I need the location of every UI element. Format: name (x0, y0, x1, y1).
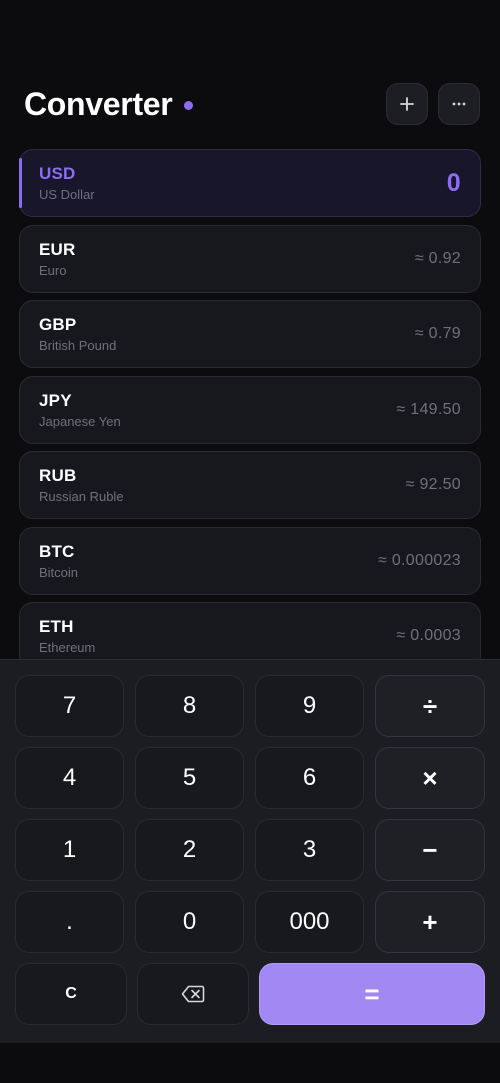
key-0[interactable]: 0 (135, 891, 244, 953)
backspace-icon (181, 985, 205, 1003)
ellipsis-icon (452, 102, 466, 106)
currency-name: Euro (39, 262, 67, 278)
status-dot (184, 100, 194, 110)
key-1[interactable]: 1 (15, 819, 124, 881)
key-8[interactable]: 8 (135, 675, 244, 737)
backspace-key[interactable] (137, 963, 249, 1025)
currency-row-btc[interactable]: BTC Bitcoin ≈ 0.000023 (19, 526, 481, 595)
currency-row-gbp[interactable]: GBP British Pound ≈ 0.79 (19, 300, 481, 368)
key-3[interactable]: 3 (255, 819, 364, 881)
currency-name: Russian Ruble (39, 489, 124, 504)
currency-name: US Dollar (39, 187, 95, 202)
decimal-key[interactable]: . (15, 891, 124, 953)
currency-amount: ≈ 0.0003 (396, 627, 461, 644)
currency-labels: RUB Russian Ruble (39, 466, 124, 504)
page-title: Converter (24, 85, 173, 122)
add-currency-button[interactable] (386, 83, 428, 125)
currency-amount: ≈ 149.50 (396, 400, 461, 418)
more-options-button[interactable] (438, 83, 480, 125)
key-6[interactable]: 6 (255, 747, 364, 809)
key-4[interactable]: 4 (15, 747, 124, 809)
currency-labels: GBP British Pound (39, 315, 116, 353)
currency-list: USD US Dollar 0 EUR Euro ≈ 0.92 GBP Brit… (19, 149, 481, 678)
currency-name: Japanese Yen (39, 413, 121, 429)
currency-amount: 0 (446, 168, 461, 197)
currency-row-usd[interactable]: USD US Dollar 0 (19, 149, 481, 217)
header: Converter (24, 83, 480, 125)
currency-labels: EUR Euro (39, 240, 76, 278)
currency-labels: ETH Ethereum (39, 617, 95, 655)
currency-code: BTC (39, 541, 75, 561)
key-2[interactable]: 2 (135, 819, 244, 881)
plus-key[interactable]: + (375, 891, 485, 953)
currency-labels: BTC Bitcoin (39, 542, 78, 580)
key-7[interactable]: 7 (15, 675, 124, 737)
currency-amount: ≈ 0.79 (414, 325, 461, 342)
currency-code: EUR (39, 239, 76, 259)
key-000[interactable]: 000 (255, 891, 364, 953)
bottom-safe-area (0, 1043, 500, 1083)
divide-key[interactable]: ÷ (375, 675, 485, 737)
currency-code: GBP (39, 315, 77, 334)
currency-amount: ≈ 0.000023 (378, 551, 461, 569)
currency-labels: JPY Japanese Yen (39, 391, 121, 429)
currency-row-rub[interactable]: RUB Russian Ruble ≈ 92.50 (19, 451, 481, 519)
header-actions (386, 83, 480, 125)
minus-key[interactable]: − (375, 819, 485, 881)
keypad: 7 8 9 ÷ 4 5 6 × 1 2 3 − . 0 000 + C = (0, 659, 500, 1043)
currency-row-jpy[interactable]: JPY Japanese Yen ≈ 149.50 (19, 375, 481, 444)
clear-key[interactable]: C (15, 963, 127, 1025)
currency-code: RUB (39, 466, 77, 485)
multiply-key[interactable]: × (375, 747, 485, 809)
currency-name: Bitcoin (39, 564, 79, 580)
key-9[interactable]: 9 (255, 675, 364, 737)
currency-code: JPY (39, 390, 72, 410)
currency-name: British Pound (39, 338, 117, 353)
currency-name: Ethereum (39, 640, 96, 655)
currency-amount: ≈ 0.92 (414, 249, 461, 267)
currency-amount: ≈ 92.50 (405, 476, 461, 493)
currency-row-eur[interactable]: EUR Euro ≈ 0.92 (19, 224, 481, 293)
plus-icon (400, 97, 414, 111)
currency-labels: USD US Dollar (39, 164, 95, 202)
currency-code: ETH (39, 617, 74, 636)
equals-key[interactable]: = (259, 963, 485, 1025)
key-5[interactable]: 5 (135, 747, 244, 809)
converter-app: Converter USD US Dollar 0 EUR Euro ≈ 0.9… (0, 0, 500, 1083)
currency-code: USD (39, 164, 76, 183)
